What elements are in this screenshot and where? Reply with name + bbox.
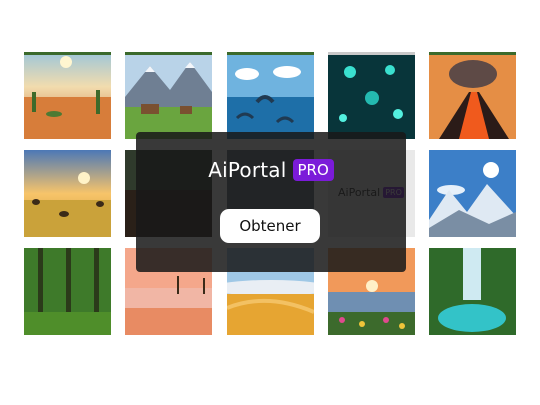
gallery-tile-dolphins[interactable] bbox=[227, 52, 314, 139]
brand-logo: AiPortal PRO bbox=[136, 158, 406, 182]
gallery-tile-desert[interactable] bbox=[24, 52, 111, 139]
gallery-tile-mountain-meadow[interactable] bbox=[125, 52, 212, 139]
gallery-tile-volcano[interactable] bbox=[429, 52, 516, 139]
gallery-tile-waterfall[interactable] bbox=[429, 248, 516, 335]
obtener-button[interactable]: Obtener bbox=[220, 209, 320, 243]
pro-badge: PRO bbox=[292, 159, 334, 181]
gallery-tile-savanna[interactable] bbox=[24, 150, 111, 237]
promo-overlay: AiPortal PRO Obtener bbox=[136, 132, 406, 272]
gallery-tile-snowy-mountains[interactable] bbox=[429, 150, 516, 237]
brand-name: AiPortal bbox=[208, 158, 287, 182]
gallery-tile-forest[interactable] bbox=[24, 248, 111, 335]
gallery-tile-glowing-cave[interactable] bbox=[328, 52, 415, 139]
